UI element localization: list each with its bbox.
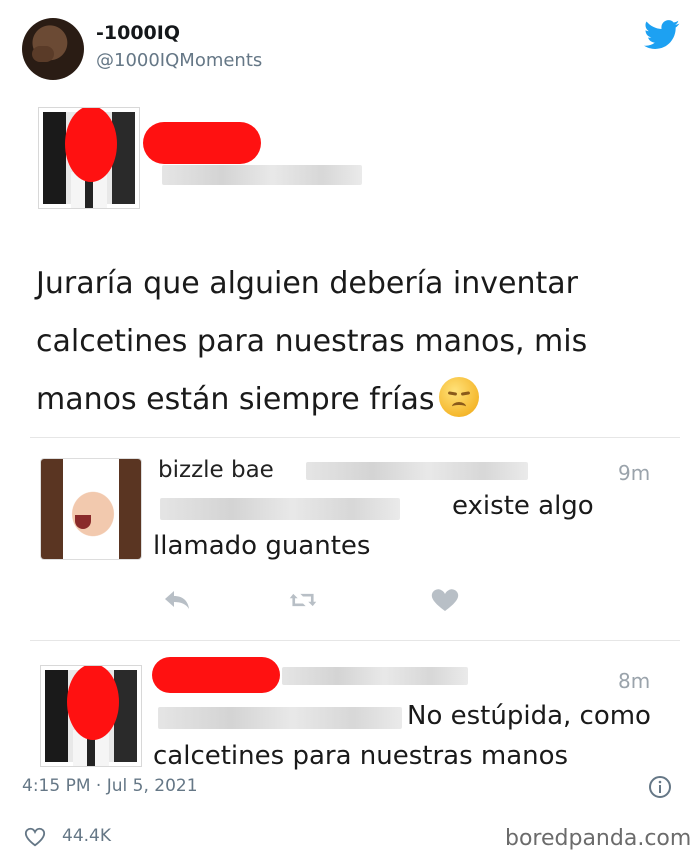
twitter-bird-icon[interactable] (644, 20, 680, 50)
blurred-handle (282, 667, 468, 685)
cold-face-emoji (438, 377, 479, 417)
author-avatar[interactable] (22, 18, 84, 80)
redacted-name (152, 657, 280, 693)
blurred-handle (162, 165, 362, 185)
original-post-text: Juraría que alguien debería inventar cal… (36, 266, 588, 417)
original-poster-avatar (38, 107, 140, 209)
reply-avatar-bizzle-bae (40, 458, 142, 560)
reply-timestamp: 9m (618, 461, 651, 485)
tweet-timestamp[interactable]: 4:15 PM · Jul 5, 2021 (22, 776, 198, 796)
like-heart-icon[interactable] (24, 826, 46, 848)
blurred-mention (158, 707, 402, 729)
redacted-name (143, 122, 261, 164)
divider (30, 640, 680, 641)
heart-icon[interactable] (430, 587, 460, 613)
redaction-mark (65, 108, 117, 182)
reply-text-line1: existe algo (452, 491, 594, 521)
author-handle[interactable]: @1000IQMoments (96, 50, 262, 71)
divider (30, 437, 680, 438)
reply-avatar-redacted (40, 665, 142, 767)
watermark-text: boredpanda.com (505, 826, 692, 851)
reply-text-line1: No estúpida, como (407, 701, 651, 731)
reply-timestamp: 8m (618, 669, 651, 693)
reply-icon[interactable] (162, 587, 192, 613)
reply-text-line2: calcetines para nuestras manos (153, 741, 569, 771)
embedded-screenshot: Juraría que alguien debería inventar cal… (0, 95, 700, 775)
redaction-mark (67, 666, 119, 740)
info-icon[interactable] (648, 775, 672, 799)
author-name[interactable]: -1000IQ (96, 22, 180, 44)
reply-author-name: bizzle bae (158, 457, 274, 483)
blurred-handle (306, 462, 528, 480)
reply-text-line2: llamado guantes (153, 531, 371, 561)
blurred-mention (160, 498, 400, 520)
like-count[interactable]: 44.4K (62, 826, 111, 846)
retweet-icon[interactable] (288, 587, 318, 613)
